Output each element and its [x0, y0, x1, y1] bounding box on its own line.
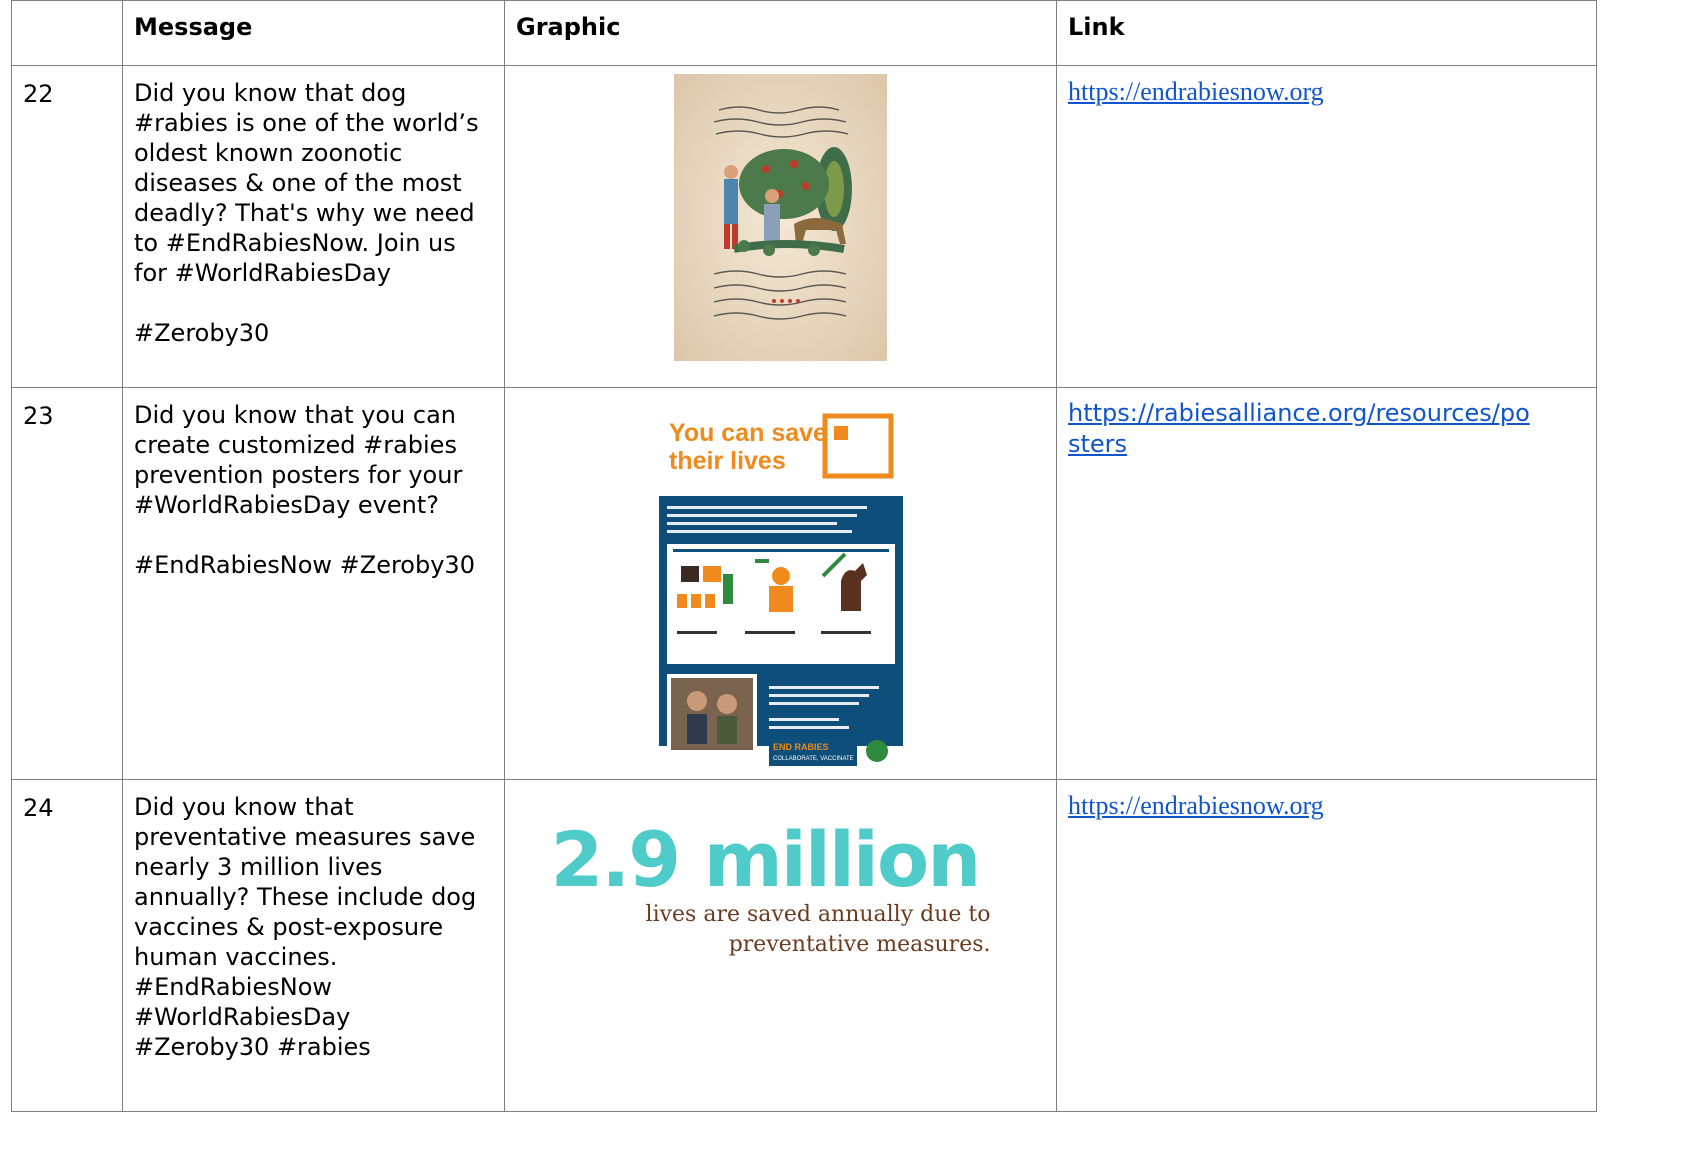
statistic-graphic: 2.9 million lives are saved annually due…: [551, 820, 1011, 960]
manuscript-illustration-image: [674, 74, 887, 361]
header-number: [11, 0, 123, 66]
header-message: Message: [122, 0, 505, 66]
graphic-cell: 2.9 million lives are saved annually due…: [504, 779, 1057, 1112]
table-row: 23 Did you know that you can create cust…: [11, 387, 1597, 780]
rabies-poster-image: You can save their lives END RABIES COLL…: [650, 396, 911, 766]
table-row: 24 Did you know that preventative measur…: [11, 779, 1597, 1112]
link-endrabiesnow[interactable]: https://endrabiesnow.org: [1068, 77, 1324, 106]
link-rabiesalliance-posters[interactable]: https://rabiesalliance.org/resources/pos…: [1068, 398, 1538, 460]
poster-footer2: COLLABORATE, VACCINATE: [773, 756, 854, 762]
row-number: 23: [11, 387, 123, 780]
link-cell: https://rabiesalliance.org/resources/pos…: [1056, 387, 1597, 780]
message-cell: Did you know that you can create customi…: [122, 387, 505, 780]
content-table: Message Graphic Link 22 Did you know tha…: [11, 0, 1597, 1112]
graphic-cell: [504, 65, 1057, 388]
statistic-caption-line1: lives are saved annually due to: [645, 902, 991, 927]
link-cell: https://endrabiesnow.org: [1056, 779, 1597, 1112]
poster-title-line1: You can save: [669, 419, 827, 447]
table-row: 22 Did you know that dog #rabies is one …: [11, 65, 1597, 388]
link-cell: https://endrabiesnow.org: [1056, 65, 1597, 388]
poster-footer: END RABIES: [773, 742, 829, 752]
graphic-cell: You can save their lives END RABIES COLL…: [504, 387, 1057, 780]
link-endrabiesnow[interactable]: https://endrabiesnow.org: [1068, 791, 1324, 820]
poster-title-line2: their lives: [669, 447, 786, 475]
message-cell: Did you know that preventative measures …: [122, 779, 505, 1112]
statistic-value: 2.9 million: [550, 815, 982, 904]
table-header-row: Message Graphic Link: [11, 0, 1597, 66]
message-cell: Did you know that dog #rabies is one of …: [122, 65, 505, 388]
row-number: 22: [11, 65, 123, 388]
statistic-caption-line2: preventative measures.: [728, 932, 991, 957]
row-number: 24: [11, 779, 123, 1112]
header-link: Link: [1056, 0, 1597, 66]
header-graphic: Graphic: [504, 0, 1057, 66]
